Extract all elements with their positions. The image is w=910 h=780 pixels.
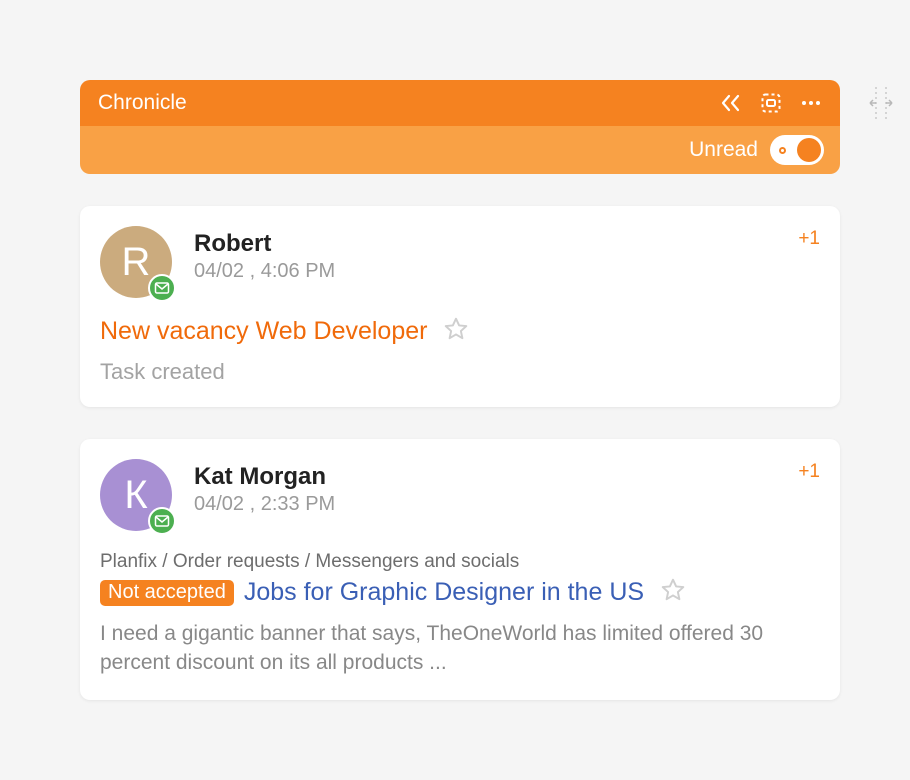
subject-row: Not accepted Jobs for Graphic Designer i… [100, 577, 820, 608]
avatar[interactable]: R [100, 226, 172, 298]
unread-count-badge: +1 [798, 228, 820, 250]
avatar-initial: К [124, 473, 147, 518]
unread-label: Unread [689, 138, 758, 162]
resize-handle-icon[interactable] [866, 80, 896, 126]
collapse-icon[interactable] [720, 92, 742, 114]
panel-subheader: Unread [80, 126, 840, 174]
star-icon[interactable] [443, 316, 469, 347]
toggle-knob [797, 138, 821, 162]
status-badge: Not accepted [100, 580, 234, 606]
header-icon-group [720, 92, 822, 114]
mail-badge-icon [148, 507, 176, 535]
unread-toggle[interactable] [770, 135, 824, 165]
person-name: Kat Morgan [194, 463, 335, 491]
fullscreen-icon[interactable] [760, 92, 782, 114]
star-icon[interactable] [660, 577, 686, 608]
more-options-icon[interactable] [800, 92, 822, 114]
mail-badge-icon [148, 274, 176, 302]
panel-title: Chronicle [98, 91, 720, 115]
card-header: R Robert 04/02 , 4:06 PM [100, 226, 820, 298]
status-text: Task created [100, 359, 820, 385]
subject-link[interactable]: New vacancy Web Developer [100, 317, 427, 346]
feed-card[interactable]: +1 R Robert 04/02 , 4:06 PM New vacancy … [80, 206, 840, 407]
feed-card[interactable]: +1 К Kat Morgan 04/02 , 2:33 PM Planfix … [80, 439, 840, 700]
unread-count-badge: +1 [798, 461, 820, 483]
toggle-indicator [779, 147, 786, 154]
timestamp: 04/02 , 4:06 PM [194, 260, 335, 283]
person-block: Robert 04/02 , 4:06 PM [194, 226, 335, 298]
card-header: К Kat Morgan 04/02 , 2:33 PM [100, 459, 820, 531]
subject-row: New vacancy Web Developer [100, 316, 820, 347]
panel-header: Chronicle [80, 80, 840, 126]
message-preview: I need a gigantic banner that says, TheO… [100, 620, 820, 678]
breadcrumb: Planfix / Order requests / Messengers an… [100, 551, 820, 573]
avatar-initial: R [122, 240, 151, 285]
avatar[interactable]: К [100, 459, 172, 531]
chronicle-panel: Chronicle [80, 80, 840, 700]
person-block: Kat Morgan 04/02 , 2:33 PM [194, 459, 335, 531]
timestamp: 04/02 , 2:33 PM [194, 493, 335, 516]
subject-link[interactable]: Jobs for Graphic Designer in the US [244, 578, 644, 607]
person-name: Robert [194, 230, 335, 258]
